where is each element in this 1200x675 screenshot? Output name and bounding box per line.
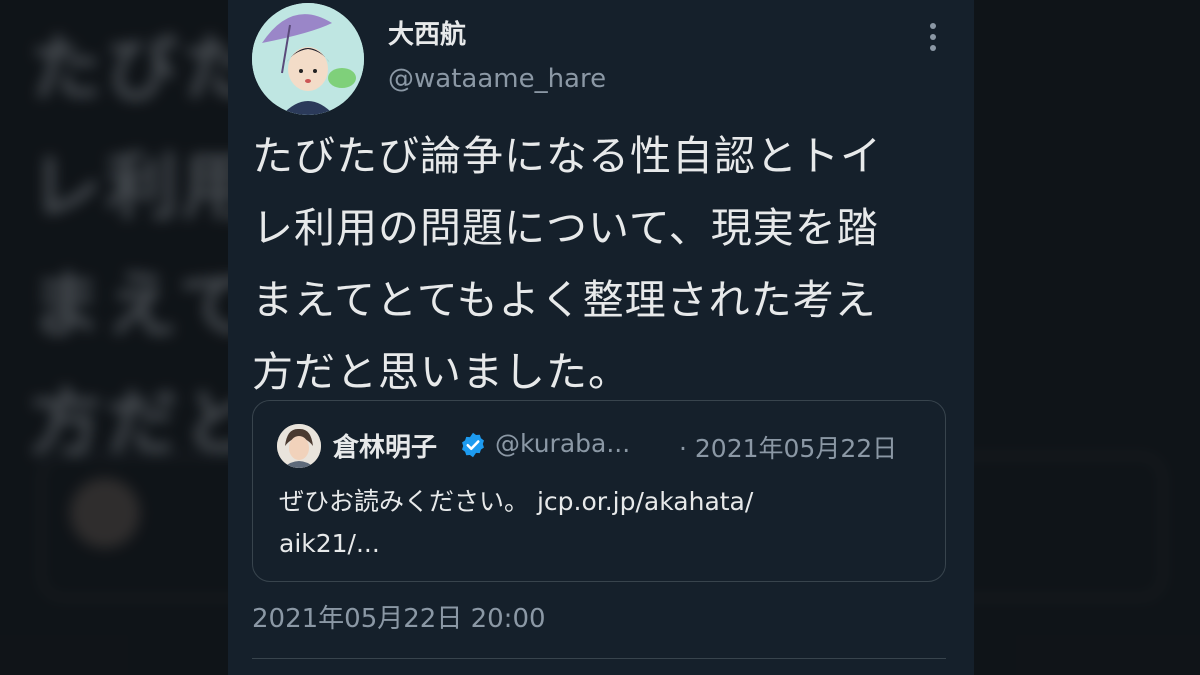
author-avatar[interactable] xyxy=(252,3,364,115)
divider xyxy=(252,658,946,659)
tweet-card[interactable]: 大西航 @wataame_hare たびたび論争になる性自認とトイ レ利用の問題… xyxy=(228,0,974,675)
quoted-author-handle[interactable]: @kuraba... xyxy=(495,429,630,458)
right-shade xyxy=(974,0,1200,675)
avatar-illustration xyxy=(252,3,364,115)
more-dot xyxy=(930,45,936,52)
more-dot xyxy=(930,22,936,29)
quoted-tweet[interactable]: 倉林明子 @kuraba... · 2021年05月22日 ぜひお読みください。… xyxy=(252,400,946,582)
tweet-text: たびたび論争になる性自認とトイ レ利用の問題について、現実を踏 まえてとてもよく… xyxy=(252,132,882,396)
quoted-date[interactable]: · 2021年05月22日 xyxy=(679,429,897,465)
tweet-timestamp[interactable]: 2021年05月22日 20:00 xyxy=(252,598,546,635)
more-options-icon[interactable] xyxy=(918,20,948,54)
author-name[interactable]: 大西航 xyxy=(388,14,466,51)
quoted-author-avatar[interactable] xyxy=(277,424,321,468)
author-handle[interactable]: @wataame_hare xyxy=(388,64,606,94)
left-shade xyxy=(0,0,228,675)
more-dot xyxy=(930,33,936,40)
verified-badge-icon xyxy=(462,432,484,458)
quoted-avatar-photo xyxy=(277,424,321,468)
quoted-text: ぜひお読みください。 jcp.or.jp/akahata/ aik21/... xyxy=(279,487,754,558)
quoted-author-name[interactable]: 倉林明子 xyxy=(333,427,437,464)
